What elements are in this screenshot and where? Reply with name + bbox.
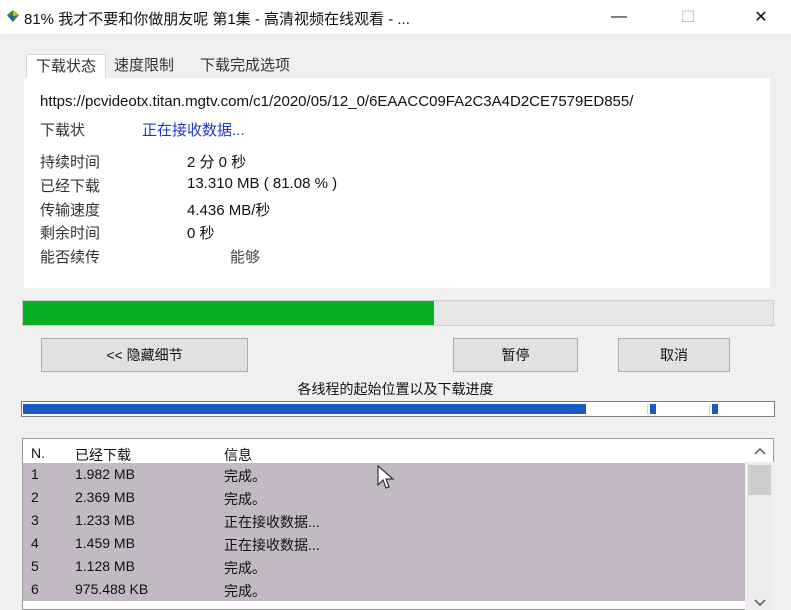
chevron-up-icon[interactable] bbox=[745, 439, 774, 462]
speed-label: 传输速度 bbox=[40, 202, 101, 219]
maximize-icon: ☐ bbox=[680, 9, 696, 26]
connection-number: 6 bbox=[31, 581, 39, 597]
close-icon: ✕ bbox=[754, 9, 768, 26]
duration-label: 持续时间 bbox=[40, 154, 101, 171]
threads-label: 各线程的起始位置以及下载进度 bbox=[297, 381, 494, 397]
list-item[interactable]: 6 975.488 KB 完成。 bbox=[23, 578, 745, 601]
scrollbar-thumb[interactable] bbox=[748, 465, 771, 495]
thread-segment-marker bbox=[712, 404, 718, 414]
tab-download-status[interactable]: 下载状态 bbox=[26, 54, 106, 79]
connection-downloaded: 1.233 MB bbox=[75, 512, 135, 528]
column-header-downloaded[interactable]: 已经下载 bbox=[75, 445, 131, 465]
hide-details-button[interactable]: << 隐藏细节 bbox=[41, 338, 248, 372]
thread-segment-fill bbox=[23, 404, 586, 414]
thread-segment-marker bbox=[650, 404, 656, 414]
connection-number: 5 bbox=[31, 558, 39, 574]
list-item[interactable]: 4 1.459 MB 正在接收数据... bbox=[23, 532, 745, 555]
download-progress-fill bbox=[23, 301, 434, 325]
downloaded-value: 13.310 MB ( 81.08 % ) bbox=[187, 175, 338, 192]
column-header-info[interactable]: 信息 bbox=[224, 445, 252, 465]
connection-downloaded: 1.128 MB bbox=[75, 558, 135, 574]
remaining-label: 剩余时间 bbox=[40, 225, 101, 242]
connection-downloaded: 1.982 MB bbox=[75, 466, 135, 482]
connection-number: 2 bbox=[31, 489, 39, 505]
connection-number: 3 bbox=[31, 512, 39, 528]
list-item[interactable]: 3 1.233 MB 正在接收数据... bbox=[23, 509, 745, 532]
connection-number: 4 bbox=[31, 535, 39, 551]
thread-segment-bar bbox=[21, 401, 775, 417]
thread-segment-divider bbox=[709, 404, 710, 414]
resume-label: 能否续传 bbox=[40, 249, 101, 266]
cancel-button[interactable]: 取消 bbox=[618, 338, 730, 372]
connection-downloaded: 2.369 MB bbox=[75, 489, 135, 505]
connection-downloaded: 975.488 KB bbox=[75, 581, 149, 597]
maximize-button[interactable]: ☐ bbox=[665, 0, 711, 34]
speed-value: 4.436 MB/秒 bbox=[187, 202, 271, 219]
minimize-button[interactable]: — bbox=[596, 0, 642, 34]
close-button[interactable]: ✕ bbox=[738, 0, 784, 34]
pause-button[interactable]: 暂停 bbox=[453, 338, 578, 372]
connection-info: 正在接收数据... bbox=[224, 514, 320, 530]
status-value: 正在接收数据... bbox=[142, 122, 245, 139]
list-item[interactable]: 5 1.128 MB 完成。 bbox=[23, 555, 745, 578]
connection-downloaded: 1.459 MB bbox=[75, 535, 135, 551]
app-icon bbox=[7, 10, 19, 22]
downloaded-label: 已经下载 bbox=[40, 178, 101, 195]
connection-info: 完成。 bbox=[224, 468, 266, 484]
resume-value: 能够 bbox=[230, 249, 261, 266]
mouse-cursor-icon bbox=[377, 465, 395, 489]
thread-segment-divider bbox=[647, 404, 648, 414]
connection-info: 完成。 bbox=[224, 560, 266, 576]
remaining-value: 0 秒 bbox=[187, 225, 215, 242]
window-title: 81% 我才不要和你做朋友呢 第1集 - 高清视频在线观看 - ... bbox=[24, 11, 410, 28]
chevron-down-icon[interactable] bbox=[745, 595, 774, 610]
column-header-number[interactable]: N. bbox=[31, 445, 45, 461]
connection-info: 完成。 bbox=[224, 583, 266, 599]
connection-info: 完成。 bbox=[224, 491, 266, 507]
tab-speed-limit[interactable]: 速度限制 bbox=[114, 54, 174, 78]
minimize-icon: — bbox=[611, 8, 627, 25]
status-label: 下载状 bbox=[40, 122, 86, 139]
connection-number: 1 bbox=[31, 466, 39, 482]
connection-info: 正在接收数据... bbox=[224, 537, 320, 553]
download-url: https://pcvideotx.titan.mgtv.com/c1/2020… bbox=[40, 93, 634, 110]
duration-value: 2 分 0 秒 bbox=[187, 154, 247, 171]
tab-completion-options[interactable]: 下载完成选项 bbox=[200, 54, 290, 78]
